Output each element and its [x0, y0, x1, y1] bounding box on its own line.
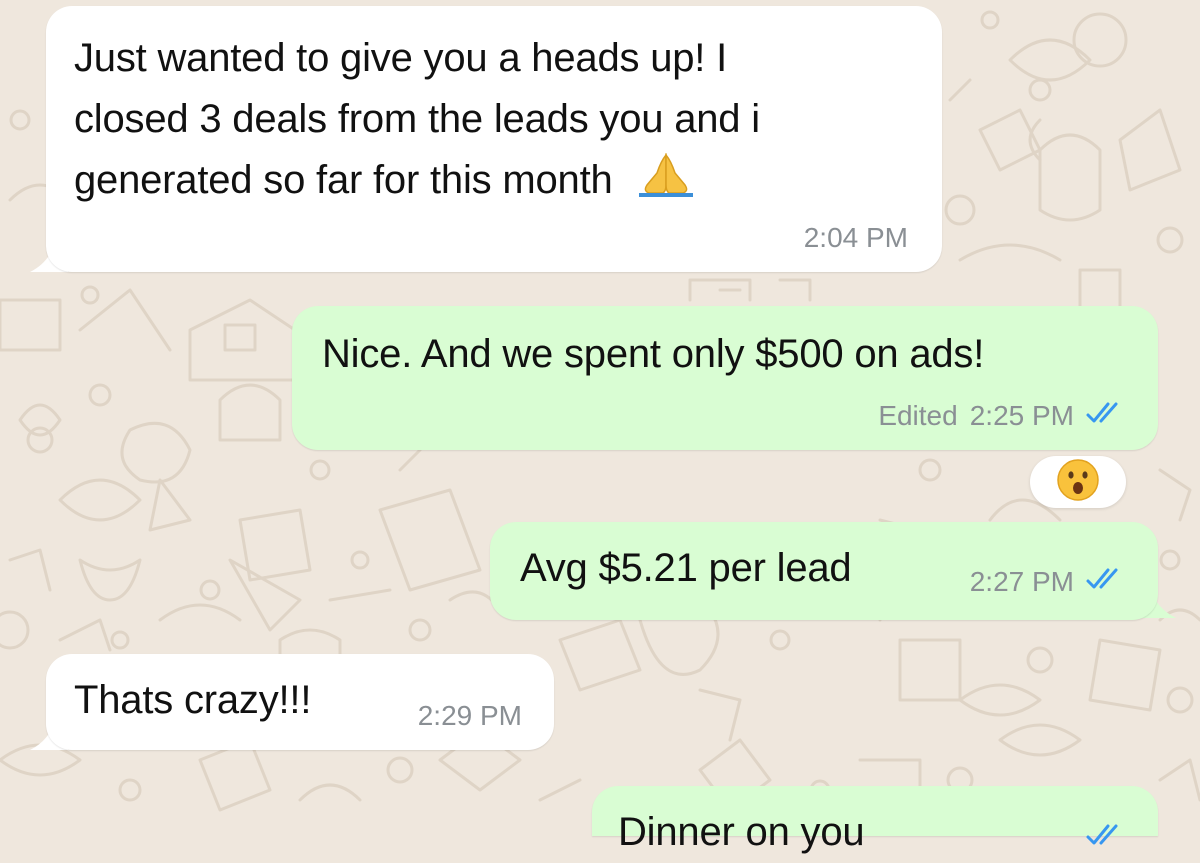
incoming-message-bubble[interactable]: Thats crazy!!! 2:29 PM [46, 654, 554, 750]
message-time: 2:04 PM [803, 222, 908, 253]
surprised-face-emoji [1056, 458, 1100, 507]
message-text: Thats crazy!!! [74, 678, 312, 722]
outgoing-message-bubble[interactable]: Nice. And we spent only $500 on ads! Edi… [292, 306, 1158, 450]
message-time: 2:29 PM [417, 700, 522, 731]
message-text: Avg $5.21 per lead [520, 546, 852, 590]
message-text: generated so far for this month [74, 158, 613, 202]
outgoing-message-bubble[interactable]: Avg $5.21 per lead 2:27 PM [490, 522, 1158, 620]
message-text-line: closed 3 deals from the leads you and i [74, 97, 760, 141]
message-time: 2:27 PM [969, 566, 1074, 597]
message-time: 2:25 PM [969, 400, 1074, 431]
message-status: 2:27 PM [970, 566, 1128, 598]
message-timestamp: 2:04 PM [804, 222, 908, 254]
double-check-read-icon [1084, 822, 1128, 854]
folded-hands-emoji [633, 151, 699, 197]
outgoing-message-bubble[interactable]: Dinner on you [592, 786, 1158, 854]
message-reaction[interactable] [1030, 456, 1126, 508]
incoming-message-bubble[interactable]: Just wanted to give you a heads up! I cl… [46, 6, 942, 272]
message-status: Edited 2:25 PM [878, 400, 1128, 432]
message-text: Nice. And we spent only $500 on ads! [322, 332, 985, 376]
message-status [1074, 822, 1128, 854]
message-text-line: generated so far for this month [74, 150, 699, 211]
edited-label: Edited [878, 400, 958, 431]
message-timestamp: 2:29 PM [418, 700, 522, 732]
double-check-read-icon [1084, 566, 1128, 598]
double-check-read-icon [1084, 400, 1128, 432]
message-text: Dinner on you [618, 810, 865, 854]
message-text-line: Just wanted to give you a heads up! I [74, 36, 728, 80]
